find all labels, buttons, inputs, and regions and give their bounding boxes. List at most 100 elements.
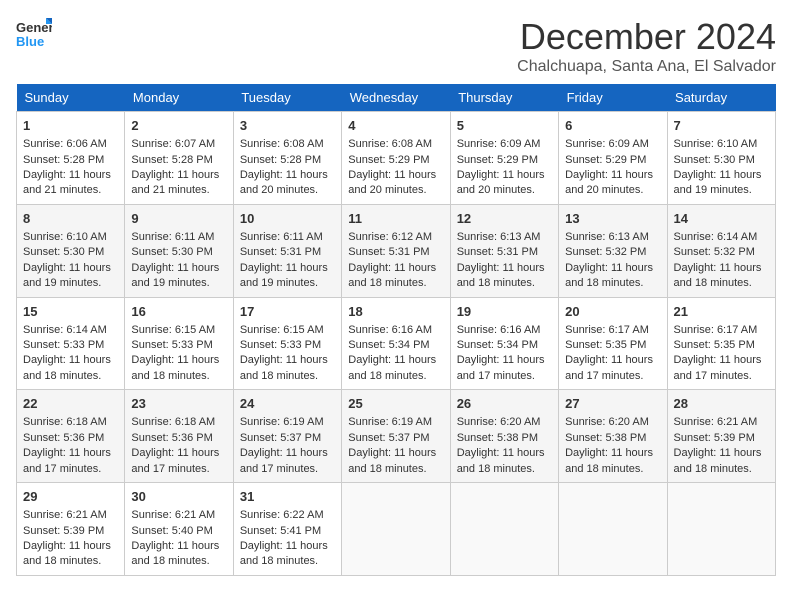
sunset-label: Sunset: 5:29 PM bbox=[348, 154, 429, 166]
day-cell-31: 31Sunrise: 6:22 AMSunset: 5:41 PMDayligh… bbox=[233, 483, 341, 576]
sunrise-label: Sunrise: 6:08 AM bbox=[240, 138, 324, 150]
day-number: 29 bbox=[23, 488, 118, 506]
weekday-header-wednesday: Wednesday bbox=[342, 84, 450, 112]
daylight-label: Daylight: 11 hours and 18 minutes. bbox=[131, 354, 219, 381]
sunrise-label: Sunrise: 6:14 AM bbox=[674, 231, 758, 243]
daylight-label: Daylight: 11 hours and 19 minutes. bbox=[131, 262, 219, 289]
sunrise-label: Sunrise: 6:10 AM bbox=[674, 138, 758, 150]
day-cell-17: 17 Sunrise: 6:15 AM Sunset: 5:33 PM Dayligh… bbox=[233, 297, 341, 390]
sunset-label: Sunset: 5:32 PM bbox=[674, 246, 755, 258]
day-number: 2 bbox=[131, 117, 226, 135]
day-number: 22 bbox=[23, 395, 118, 413]
sunset-label: Sunset: 5:33 PM bbox=[240, 339, 321, 351]
daylight-label: Daylight: 11 hours and 17 minutes. bbox=[565, 354, 653, 381]
daylight-label: Daylight: 11 hours and 18 minutes. bbox=[23, 540, 111, 567]
week-row-3: 15 Sunrise: 6:14 AM Sunset: 5:33 PM Dayligh… bbox=[17, 297, 776, 390]
weekday-header-row: SundayMondayTuesdayWednesdayThursdayFrid… bbox=[17, 84, 776, 112]
day-number: 17 bbox=[240, 303, 335, 321]
logo: General Blue bbox=[16, 16, 52, 57]
daylight-label: Daylight: 11 hours and 19 minutes. bbox=[23, 262, 111, 289]
sunrise-label: Sunrise: 6:18 AM bbox=[131, 416, 215, 428]
day-number: 25 bbox=[348, 395, 443, 413]
daylight-label: Daylight: 11 hours and 18 minutes. bbox=[23, 354, 111, 381]
daylight-label: Daylight: 11 hours and 19 minutes. bbox=[674, 169, 762, 196]
sunset-label: Sunset: 5:28 PM bbox=[23, 154, 104, 166]
daylight-label: Daylight: 11 hours and 18 minutes. bbox=[457, 447, 545, 474]
day-number: 23 bbox=[131, 395, 226, 413]
day-cell-4: 4Sunrise: 6:08 AMSunset: 5:29 PMDaylight… bbox=[342, 112, 450, 205]
sunrise-label: Sunrise: 6:10 AM bbox=[23, 231, 107, 243]
sunrise-label: Sunrise: 6:21 AM bbox=[674, 416, 758, 428]
sunrise-label: Sunrise: 6:12 AM bbox=[348, 231, 432, 243]
day-number: 20 bbox=[565, 303, 660, 321]
sunset-label: Sunset: 5:33 PM bbox=[23, 339, 104, 351]
day-cell-30: 30Sunrise: 6:21 AMSunset: 5:40 PMDayligh… bbox=[125, 483, 233, 576]
sunrise-label: Sunrise: 6:21 AM bbox=[131, 509, 215, 521]
day-number: 9 bbox=[131, 210, 226, 228]
sunset-label: Sunset: 5:36 PM bbox=[131, 432, 212, 444]
day-cell-15: 15 Sunrise: 6:14 AM Sunset: 5:33 PM Dayligh… bbox=[17, 297, 125, 390]
day-cell-3: 3Sunrise: 6:08 AMSunset: 5:28 PMDaylight… bbox=[233, 112, 341, 205]
day-cell-23: 23Sunrise: 6:18 AMSunset: 5:36 PMDayligh… bbox=[125, 390, 233, 483]
daylight-label: Daylight: 11 hours and 18 minutes. bbox=[240, 354, 328, 381]
sunrise-label: Sunrise: 6:11 AM bbox=[131, 231, 214, 243]
day-cell-2: 2 Sunrise: 6:07 AM Sunset: 5:28 PM Daylight… bbox=[125, 112, 233, 205]
day-cell-20: 20Sunrise: 6:17 AMSunset: 5:35 PMDayligh… bbox=[559, 297, 667, 390]
daylight-label: Daylight: 11 hours and 17 minutes. bbox=[240, 447, 328, 474]
sunrise-label: Sunrise: 6:15 AM bbox=[131, 324, 215, 336]
sunrise-label: Sunrise: 6:18 AM bbox=[23, 416, 107, 428]
daylight-label: Daylight: 11 hours and 18 minutes. bbox=[131, 540, 219, 567]
sunrise-label: Sunrise: 6:19 AM bbox=[240, 416, 324, 428]
sunrise-label: Sunrise: 6:07 AM bbox=[131, 138, 215, 150]
daylight-label: Daylight: 11 hours and 20 minutes. bbox=[240, 169, 328, 196]
daylight-label: Daylight: 11 hours and 18 minutes. bbox=[457, 262, 545, 289]
sunrise-label: Sunrise: 6:17 AM bbox=[565, 324, 649, 336]
day-cell-6: 6Sunrise: 6:09 AMSunset: 5:29 PMDaylight… bbox=[559, 112, 667, 205]
sunrise-label: Sunrise: 6:11 AM bbox=[240, 231, 323, 243]
daylight-label: Daylight: 11 hours and 18 minutes. bbox=[674, 262, 762, 289]
week-row-5: 29Sunrise: 6:21 AMSunset: 5:39 PMDayligh… bbox=[17, 483, 776, 576]
sunrise-label: Sunrise: 6:19 AM bbox=[348, 416, 432, 428]
title-area: December 2024 Chalchuapa, Santa Ana, El … bbox=[517, 16, 776, 76]
daylight-label: Daylight: 11 hours and 21 minutes. bbox=[131, 169, 219, 196]
day-number: 24 bbox=[240, 395, 335, 413]
sunrise-label: Sunrise: 6:09 AM bbox=[457, 138, 541, 150]
sunset-label: Sunset: 5:28 PM bbox=[131, 154, 212, 166]
sunrise-label: Sunrise: 6:22 AM bbox=[240, 509, 324, 521]
sunrise-label: Sunrise: 6:15 AM bbox=[240, 324, 324, 336]
daylight-label: Daylight: 11 hours and 20 minutes. bbox=[348, 169, 436, 196]
day-cell-14: 14Sunrise: 6:14 AMSunset: 5:32 PMDayligh… bbox=[667, 204, 775, 297]
svg-text:Blue: Blue bbox=[16, 34, 44, 49]
day-number: 12 bbox=[457, 210, 552, 228]
sunset-label: Sunset: 5:29 PM bbox=[565, 154, 646, 166]
day-number: 15 bbox=[23, 303, 118, 321]
day-number: 30 bbox=[131, 488, 226, 506]
day-cell-19: 19Sunrise: 6:16 AMSunset: 5:34 PMDayligh… bbox=[450, 297, 558, 390]
weekday-header-thursday: Thursday bbox=[450, 84, 558, 112]
sunrise-label: Sunrise: 6:16 AM bbox=[457, 324, 541, 336]
day-number: 16 bbox=[131, 303, 226, 321]
page-header: General Blue December 2024 Chalchuapa, S… bbox=[16, 16, 776, 76]
day-cell-29: 29Sunrise: 6:21 AMSunset: 5:39 PMDayligh… bbox=[17, 483, 125, 576]
sunset-label: Sunset: 5:33 PM bbox=[131, 339, 212, 351]
sunset-label: Sunset: 5:32 PM bbox=[565, 246, 646, 258]
day-number: 1 bbox=[23, 117, 118, 135]
sunrise-label: Sunrise: 6:14 AM bbox=[23, 324, 107, 336]
daylight-label: Daylight: 11 hours and 18 minutes. bbox=[240, 540, 328, 567]
day-number: 4 bbox=[348, 117, 443, 135]
day-number: 27 bbox=[565, 395, 660, 413]
weekday-header-monday: Monday bbox=[125, 84, 233, 112]
sunset-label: Sunset: 5:38 PM bbox=[565, 432, 646, 444]
sunset-label: Sunset: 5:30 PM bbox=[23, 246, 104, 258]
sunset-label: Sunset: 5:41 PM bbox=[240, 525, 321, 537]
day-number: 6 bbox=[565, 117, 660, 135]
sunset-label: Sunset: 5:31 PM bbox=[240, 246, 321, 258]
weekday-header-friday: Friday bbox=[559, 84, 667, 112]
day-number: 3 bbox=[240, 117, 335, 135]
sunrise-label: Sunrise: 6:13 AM bbox=[457, 231, 541, 243]
day-cell-22: 22Sunrise: 6:18 AMSunset: 5:36 PMDayligh… bbox=[17, 390, 125, 483]
empty-cell bbox=[559, 483, 667, 576]
day-cell-1: 1Sunrise: 6:06 AMSunset: 5:28 PMDaylight… bbox=[17, 112, 125, 205]
weekday-header-sunday: Sunday bbox=[17, 84, 125, 112]
sunset-label: Sunset: 5:29 PM bbox=[457, 154, 538, 166]
